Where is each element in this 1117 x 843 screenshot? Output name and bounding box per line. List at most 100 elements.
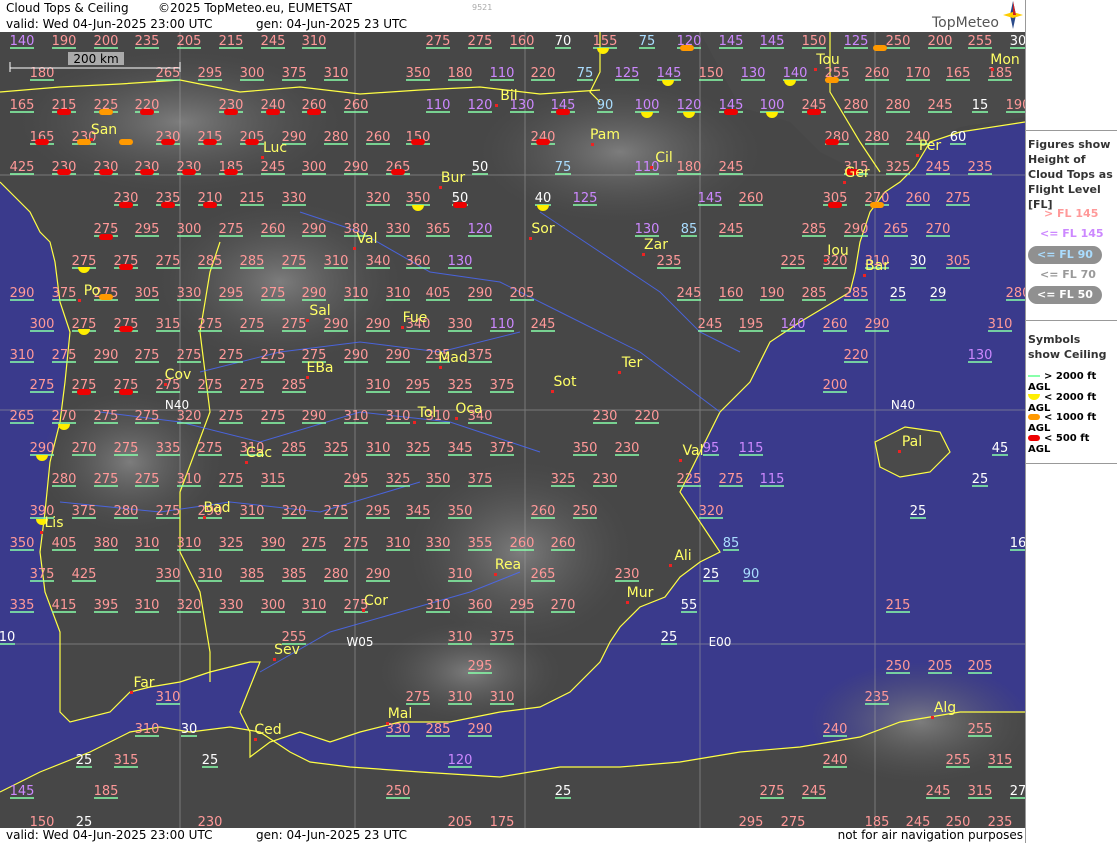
cloud-top-figure: 275 bbox=[240, 378, 265, 393]
cloud-top-figure: 310 bbox=[988, 317, 1013, 332]
cloud-top-figure: 310 bbox=[177, 536, 202, 551]
cloud-top-figure: 145 bbox=[10, 784, 35, 799]
cloud-top-figure: 290 bbox=[366, 567, 391, 582]
cloud-tops-map[interactable]: 140 190 200 235 205 215 245 310 275 275 160 70 155 75… bbox=[0, 32, 1025, 828]
cloud-top-figure: 335 bbox=[10, 598, 35, 613]
map-canvas: 140 190 200 235 205 215 245 310 275 275 160 70 155 75… bbox=[0, 32, 1025, 828]
cloud-top-figure: 310 bbox=[302, 598, 327, 613]
cloud-top-figure: 29 bbox=[930, 286, 947, 301]
city-marker bbox=[898, 450, 901, 453]
ceiling-below-500-symbol bbox=[825, 139, 839, 145]
city-marker bbox=[618, 371, 621, 374]
cloud-top-figure: 235 bbox=[988, 815, 1013, 828]
cloud-top-figure: 15 bbox=[972, 98, 989, 113]
city-marker bbox=[591, 143, 594, 146]
footer-valid-time: valid: Wed 04-Jun-2025 23:00 UTC bbox=[6, 828, 213, 842]
cloud-top-figure: 275 bbox=[261, 348, 286, 363]
cloud-top-figure: 325 bbox=[448, 378, 473, 393]
image-code: 9521 bbox=[472, 3, 493, 12]
grid-label: N40 bbox=[891, 398, 915, 412]
grid-label: W05 bbox=[346, 635, 373, 649]
cloud-top-figure: 270 bbox=[926, 222, 951, 237]
cloud-top-figure: 375 bbox=[468, 472, 493, 487]
ceiling-below-500-symbol bbox=[224, 109, 238, 115]
cloud-top-figure: 310 bbox=[324, 254, 349, 269]
city-label: Ger bbox=[844, 165, 869, 181]
city-marker bbox=[362, 609, 365, 612]
symbols-heading: Symbols show Ceiling bbox=[1028, 333, 1107, 361]
cloud-top-figure: 290 bbox=[468, 722, 493, 737]
city-label: Bil bbox=[500, 88, 517, 104]
cloud-top-figure: 150 bbox=[30, 815, 55, 828]
cloud-top-figure: 415 bbox=[52, 598, 77, 613]
cloud-top-figure: 310 bbox=[448, 567, 473, 582]
cloud-top-figure: 200 bbox=[94, 34, 119, 49]
cloud-top-figure: 25 bbox=[910, 504, 927, 519]
cloud-top-figure: 140 bbox=[783, 66, 808, 81]
cloud-top-figure: 375 bbox=[490, 378, 515, 393]
ceiling-below-1000-symbol bbox=[825, 77, 839, 83]
symbol-below-500: < 500 ft AGL bbox=[1028, 433, 1090, 455]
cloud-top-figure: 275 bbox=[135, 472, 160, 487]
cloud-top-figure: 260 bbox=[261, 222, 286, 237]
cloud-top-figure: 130 bbox=[448, 254, 473, 269]
ceiling-below-1000-symbol bbox=[870, 202, 884, 208]
cloud-top-figure: 330 bbox=[156, 567, 181, 582]
cloud-top-figure: 275 bbox=[719, 472, 744, 487]
cloud-top-figure: 110 bbox=[426, 98, 451, 113]
ceiling-below-500-symbol bbox=[99, 169, 113, 175]
cloud-top-figure: 260 bbox=[551, 536, 576, 551]
legend-heading: Figures show Height of Cloud Tops as Fli… bbox=[1028, 138, 1113, 211]
cloud-top-figure: 130 bbox=[968, 348, 993, 363]
city-label: Bar bbox=[865, 258, 889, 274]
legend-fl-90: <= FL 90 bbox=[1028, 246, 1102, 264]
cloud-top-figure: 305 bbox=[135, 286, 160, 301]
city-label: Tol bbox=[417, 405, 437, 421]
city-label: Lis bbox=[45, 515, 64, 531]
city-label: Pam bbox=[590, 127, 620, 143]
ceiling-below-500-symbol bbox=[119, 389, 133, 395]
cloud-top-figure: 180 bbox=[677, 160, 702, 175]
cloud-top-figure: 275 bbox=[135, 348, 160, 363]
city-label: Rea bbox=[495, 557, 521, 573]
cloud-top-figure: 275 bbox=[219, 348, 244, 363]
orange-bar-icon bbox=[1028, 414, 1040, 420]
city-label: Sot bbox=[554, 374, 577, 390]
cloud-top-figure: 275 bbox=[946, 191, 971, 206]
cloud-top-figure: 245 bbox=[926, 160, 951, 175]
cloud-top-figure: 295 bbox=[406, 378, 431, 393]
city-label: Cov bbox=[165, 367, 192, 383]
city-marker bbox=[495, 104, 498, 107]
cloud-top-figure: 290 bbox=[468, 286, 493, 301]
ceiling-below-500-symbol bbox=[161, 139, 175, 145]
cloud-top-figure: 45 bbox=[992, 441, 1009, 456]
cloud-top-figure: 310 bbox=[386, 409, 411, 424]
cloud-top-figure: 425 bbox=[72, 567, 97, 582]
cloud-top-figure: 190 bbox=[1006, 98, 1025, 113]
cloud-top-figure: 275 bbox=[156, 504, 181, 519]
disclaimer-text: not for air navigation purposes bbox=[837, 828, 1023, 842]
cloud-top-figure: 30 bbox=[910, 254, 927, 269]
cloud-top-figure: 330 bbox=[426, 536, 451, 551]
cloud-top-figure: 245 bbox=[261, 34, 286, 49]
cloud-top-figure: 275 bbox=[177, 348, 202, 363]
topmeteo-logo[interactable]: TopMeteo bbox=[930, 1, 1025, 32]
ceiling-below-500-symbol bbox=[119, 202, 133, 208]
cloud-top-figure: 25 bbox=[661, 630, 678, 645]
cloud-top-figure: 190 bbox=[52, 34, 77, 49]
ceiling-below-500-symbol bbox=[536, 139, 550, 145]
cloud-top-figure: 230 bbox=[615, 441, 640, 456]
city-marker bbox=[494, 573, 497, 576]
ceiling-below-1000-symbol bbox=[99, 109, 113, 115]
cloud-top-figure: 125 bbox=[844, 34, 869, 49]
cloud-top-figure: 275 bbox=[135, 409, 160, 424]
cloud-top-figure: 330 bbox=[219, 598, 244, 613]
cloud-top-figure: 245 bbox=[719, 160, 744, 175]
cloud-top-figure: 175 bbox=[490, 815, 515, 828]
cloud-top-figure: 275 bbox=[781, 815, 806, 828]
cloud-top-figure: 145 bbox=[698, 191, 723, 206]
cloud-top-figure: 350 bbox=[406, 191, 431, 206]
city-marker bbox=[353, 247, 356, 250]
cloud-top-figure: 125 bbox=[573, 191, 598, 206]
legend-fl-70: <= FL 70 bbox=[1040, 268, 1096, 281]
